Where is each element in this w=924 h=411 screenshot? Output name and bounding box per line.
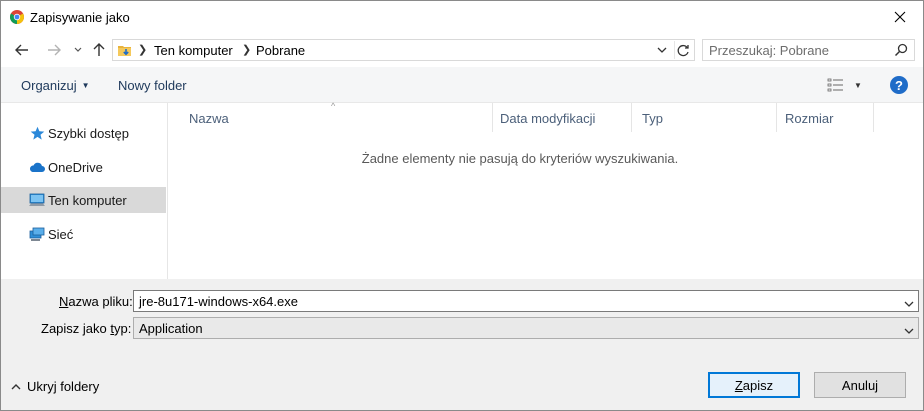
sidebar-item-network[interactable]: Sieć <box>1 221 166 247</box>
sidebar-item-label: Szybki dostęp <box>48 125 129 141</box>
address-dropdown-button[interactable] <box>654 42 670 58</box>
caret-down-icon: ▼ <box>854 80 862 90</box>
column-header-size[interactable]: Rozmiar <box>777 103 874 132</box>
filename-field[interactable]: jre-8u171-windows-x64.exe <box>133 290 919 312</box>
filename-value: jre-8u171-windows-x64.exe <box>139 294 298 309</box>
empty-list-message: Żadne elementy nie pasują do kryteriów w… <box>361 151 679 166</box>
organize-label: Organizuj <box>21 78 77 93</box>
save-form-area: Nazwa pliku: jre-8u171-windows-x64.exe Z… <box>1 279 923 410</box>
arrow-right-icon <box>48 44 61 56</box>
up-button[interactable] <box>89 39 109 61</box>
hide-folders-label: Ukryj foldery <box>27 379 100 394</box>
hide-folders-button[interactable]: Ukryj foldery <box>11 379 99 394</box>
cancel-button[interactable]: Anuluj <box>814 372 906 398</box>
navigation-bar: ❯ Ten komputer ❯ Pobrane <box>1 33 923 67</box>
sidebar-item-this-pc[interactable]: Ten komputer <box>1 187 166 213</box>
sidebar-item-label: OneDrive <box>48 159 103 175</box>
network-icon <box>29 226 45 242</box>
breadcrumb-ten-komputer[interactable]: Ten komputer <box>154 43 233 58</box>
file-list: ^ Nazwa Data modyfikacji Typ Rozmiar Żad… <box>169 101 923 279</box>
close-button[interactable] <box>877 1 923 33</box>
navigation-pane: Szybki dostęp OneDrive Ten komputer Sieć <box>1 103 168 279</box>
command-bar: Organizuj ▼ Nowy folder ▼ ? <box>1 67 923 103</box>
caret-down-icon: ▼ <box>81 81 90 90</box>
refresh-icon <box>677 44 689 56</box>
address-bar[interactable]: ❯ Ten komputer ❯ Pobrane <box>112 39 695 61</box>
refresh-button[interactable] <box>674 41 692 59</box>
search-box[interactable] <box>702 39 915 61</box>
details-view-icon <box>827 78 843 92</box>
save-button[interactable]: Zapisz <box>708 372 800 398</box>
computer-icon <box>29 192 45 208</box>
column-header-type[interactable]: Typ <box>634 103 777 132</box>
sidebar-item-quick-access[interactable]: Szybki dostęp <box>1 120 166 146</box>
chevron-down-icon <box>904 322 914 337</box>
star-icon <box>29 125 45 141</box>
sidebar-item-label: Sieć <box>48 226 74 242</box>
question-icon: ? <box>895 77 903 93</box>
filetype-value: Application <box>139 321 203 336</box>
close-icon <box>894 11 906 23</box>
title-bar: Zapisywanie jako <box>1 1 923 33</box>
downloads-folder-icon <box>117 43 133 60</box>
cloud-icon <box>29 159 45 175</box>
filename-label: Nazwa pliku: <box>59 294 133 309</box>
change-view-button[interactable]: ▼ <box>827 76 865 94</box>
chevron-down-icon <box>74 47 82 52</box>
save-as-dialog: Zapisywanie jako ❯ Ten komputer ❯ Pobran… <box>0 0 924 411</box>
chevron-up-icon <box>11 384 21 390</box>
breadcrumb-separator-icon: ❯ <box>242 44 252 56</box>
chevron-down-icon[interactable] <box>904 295 914 310</box>
chevron-down-icon <box>657 47 667 53</box>
arrow-left-icon <box>15 44 28 56</box>
filetype-label: Zapisz jako typ: <box>41 321 132 336</box>
organize-button[interactable]: Organizuj ▼ <box>21 78 90 93</box>
column-header-name[interactable]: Nazwa <box>181 103 493 132</box>
breadcrumb-separator-icon: ❯ <box>138 44 148 56</box>
window-title: Zapisywanie jako <box>30 10 130 25</box>
forward-button[interactable] <box>43 39 65 61</box>
recent-locations-button[interactable] <box>71 39 85 61</box>
arrow-up-icon <box>93 43 105 56</box>
search-input[interactable] <box>703 40 883 60</box>
help-button[interactable]: ? <box>890 76 908 94</box>
back-button[interactable] <box>11 39 33 61</box>
chrome-icon <box>10 10 24 24</box>
column-header-date-modified[interactable]: Data modyfikacji <box>492 103 632 132</box>
sidebar-item-onedrive[interactable]: OneDrive <box>1 154 166 180</box>
filetype-select[interactable]: Application <box>133 317 919 339</box>
search-icon[interactable] <box>894 43 908 60</box>
breadcrumb-pobrane[interactable]: Pobrane <box>256 43 305 58</box>
new-folder-button[interactable]: Nowy folder <box>118 78 187 93</box>
sidebar-item-label: Ten komputer <box>48 192 127 208</box>
